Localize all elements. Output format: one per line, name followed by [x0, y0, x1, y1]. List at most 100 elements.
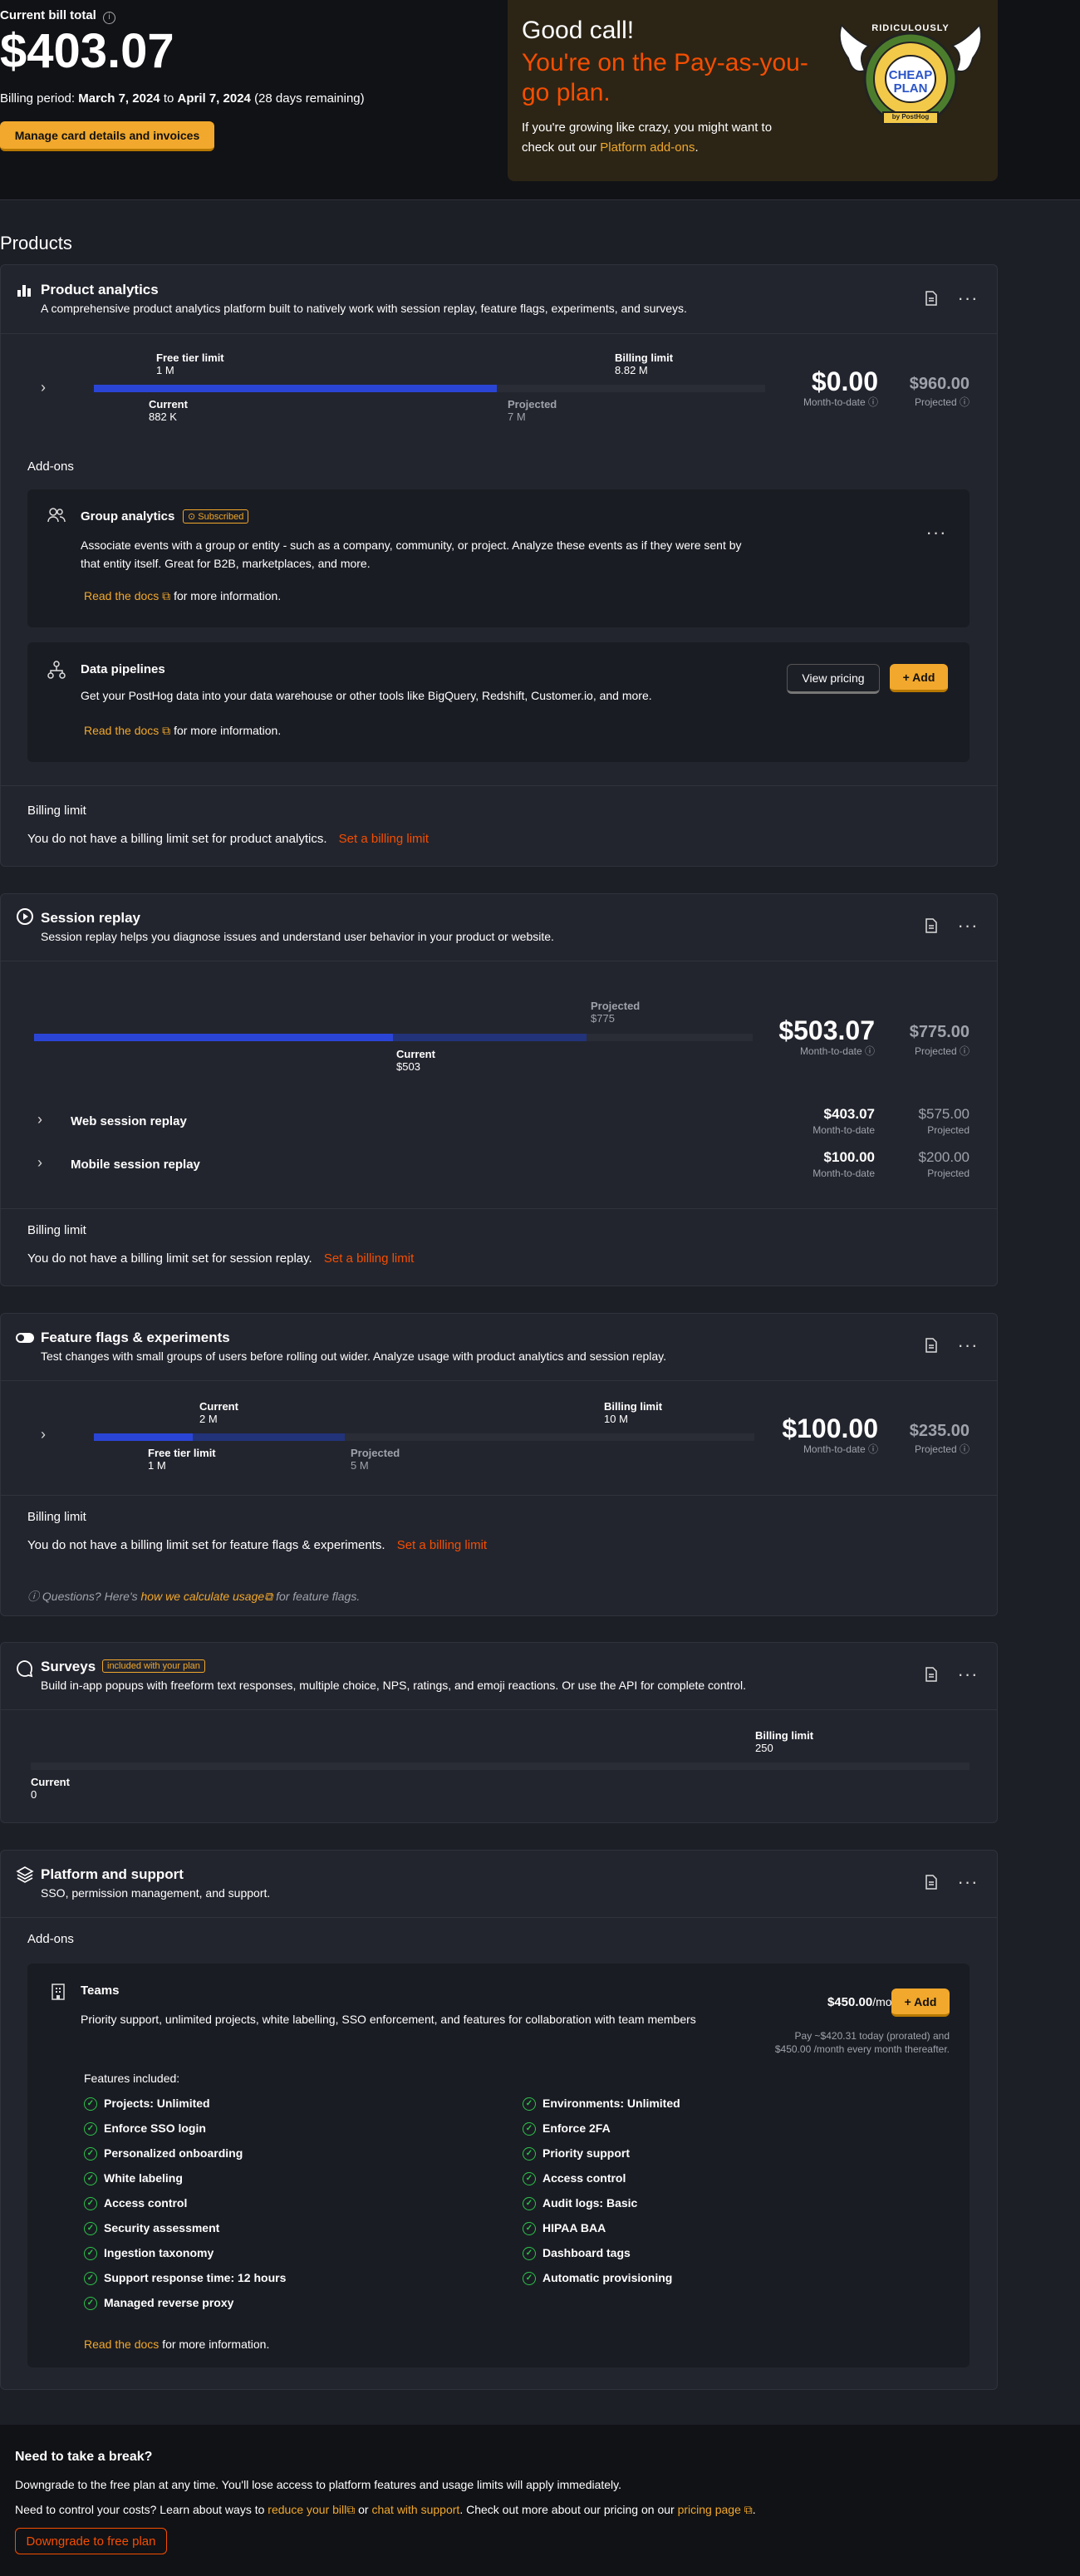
subproduct-projected-label: Projected: [927, 1168, 970, 1179]
projected-value: 7 M: [508, 410, 526, 423]
projected-amount-label: Projected ⓘ: [914, 396, 970, 408]
more-icon[interactable]: ···: [956, 914, 979, 937]
info-icon[interactable]: i: [103, 12, 116, 24]
check-circle-icon: ✓: [84, 2272, 97, 2286]
subscribed-badge-text: Subscribed: [198, 512, 244, 522]
session-replay-card: Session replay Session replay helps you …: [0, 893, 998, 1286]
check-circle-icon: ✓: [84, 2197, 97, 2211]
check-circle-icon: ✓: [84, 2097, 97, 2111]
addon-name: Data pipelines: [81, 662, 165, 676]
projected-usage-marker: Projected 5 M: [351, 1447, 400, 1472]
check-circle-icon: ✓: [84, 2122, 97, 2136]
free-tier-label: Free tier limit: [156, 351, 224, 364]
chevron-right-icon[interactable]: ›: [37, 1154, 42, 1172]
read-docs-link[interactable]: Read the docs: [84, 724, 159, 737]
billing-limit-heading: Billing limit: [27, 1223, 86, 1237]
building-icon: [51, 1984, 66, 2003]
document-icon[interactable]: [920, 1663, 943, 1686]
more-icon[interactable]: ···: [956, 1871, 979, 1894]
set-billing-limit-link[interactable]: Set a billing limit: [339, 832, 429, 846]
billing-limit-label: Billing limit: [615, 351, 674, 364]
badge-top-text: RIDICULOUSLY: [871, 23, 950, 33]
more-icon[interactable]: ···: [956, 1334, 979, 1357]
subproduct-mtd-label: Month-to-date: [812, 1168, 875, 1179]
billing-limit-text-body: You do not have a billing limit set for …: [27, 1538, 385, 1552]
footer-line2: Need to control your costs? Learn about …: [15, 2503, 756, 2517]
bill-total-label-row: Current bill total i: [0, 8, 116, 24]
month-to-date-amount: $0.00: [811, 366, 878, 396]
external-link-icon: ⧉: [159, 589, 171, 602]
projected-amount: $960.00: [909, 375, 970, 393]
current-value: $503: [396, 1060, 420, 1073]
pipeline-icon: [47, 661, 66, 682]
add-button[interactable]: + Add: [890, 664, 948, 692]
usage-bar-current: [34, 1034, 393, 1041]
billing-limit-label: Billing limit: [755, 1729, 814, 1742]
document-icon[interactable]: [920, 287, 943, 310]
document-icon[interactable]: [920, 914, 943, 937]
manage-card-button[interactable]: Manage card details and invoices: [0, 121, 214, 151]
more-icon[interactable]: ···: [925, 521, 948, 544]
check-circle-icon: ✓: [523, 2247, 536, 2261]
billing-limit-text-body: You do not have a billing limit set for …: [27, 832, 327, 846]
billing-limit-label: Billing limit: [604, 1400, 663, 1413]
usage-calculation-link[interactable]: how we calculate usage: [141, 1590, 265, 1603]
feature-label: Audit logs: Basic: [542, 2196, 638, 2210]
mtd-label-text: Month-to-date: [803, 396, 866, 408]
feature-flags-title: Feature flags & experiments: [41, 1330, 230, 1345]
footer-line2-prefix: Need to control your costs? Learn about …: [15, 2503, 265, 2516]
plus-icon: +: [904, 1994, 915, 2008]
feature-item: ✓ HIPAA BAA: [523, 2221, 680, 2246]
divider: [1, 785, 997, 786]
bar-chart-icon: [16, 282, 32, 302]
info-icon: ⓘ: [27, 1590, 42, 1603]
session-replay-description: Session replay helps you diagnose issues…: [41, 930, 554, 943]
divider: [1, 333, 997, 334]
billing-limit-value: 10 M: [604, 1413, 628, 1425]
more-icon[interactable]: ···: [956, 287, 979, 310]
add-button[interactable]: + Add: [891, 1989, 950, 2017]
set-billing-limit-link[interactable]: Set a billing limit: [324, 1251, 414, 1266]
chat-support-link[interactable]: chat with support: [371, 2503, 459, 2516]
view-pricing-button[interactable]: View pricing: [787, 664, 880, 694]
check-circle-icon: ✓: [84, 2247, 97, 2261]
feature-item: ✓ Support response time: 12 hours: [84, 2271, 286, 2296]
chevron-right-icon[interactable]: ›: [37, 1111, 42, 1128]
set-billing-limit-link[interactable]: Set a billing limit: [397, 1538, 487, 1552]
chat-icon: [16, 1659, 34, 1681]
read-docs-link[interactable]: Read the docs: [84, 2338, 159, 2351]
feature-item: ✓ Access control: [84, 2196, 286, 2221]
billing-limit-value: 250: [755, 1742, 773, 1754]
subproduct-row[interactable]: › Web session replay $403.07 Month-to-da…: [1, 1106, 997, 1143]
addon-description: Associate events with a group or entity …: [81, 538, 742, 570]
free-tier-label: Free tier limit: [148, 1447, 216, 1459]
document-icon[interactable]: [920, 1871, 943, 1894]
feature-label: Automatic provisioning: [542, 2271, 673, 2284]
pricing-page-link[interactable]: pricing page: [678, 2503, 741, 2516]
downgrade-button[interactable]: Downgrade to free plan: [15, 2528, 167, 2554]
projected-amount-label: Projected ⓘ: [914, 1443, 970, 1455]
document-icon[interactable]: [920, 1334, 943, 1357]
feature-label: Dashboard tags: [542, 2246, 631, 2259]
chevron-right-icon[interactable]: ›: [41, 1426, 46, 1443]
current-usage-marker: Current 0: [31, 1776, 70, 1801]
feature-label: Priority support: [542, 2146, 631, 2160]
teams-description: Priority support, unlimited projects, wh…: [81, 2013, 696, 2026]
check-circle-icon: ✓: [523, 2272, 536, 2286]
feature-label: Personalized onboarding: [104, 2146, 243, 2160]
more-icon[interactable]: ···: [956, 1663, 979, 1686]
add-label: Add: [912, 670, 935, 684]
current-usage-marker: Current 2 M: [199, 1400, 238, 1425]
subproduct-name: Web session replay: [71, 1114, 187, 1128]
promo-subtitle: You're on the Pay-as-you-go plan.: [522, 49, 808, 106]
subproduct-row[interactable]: › Mobile session replay $100.00 Month-to…: [1, 1149, 997, 1186]
read-docs-link[interactable]: Read the docs: [84, 589, 159, 602]
product-analytics-title: Product analytics: [41, 282, 159, 297]
chevron-right-icon[interactable]: ›: [41, 379, 46, 396]
platform-addons-link[interactable]: Platform add-ons: [600, 140, 695, 155]
surveys-card: Surveys included with your plan Build in…: [0, 1642, 998, 1823]
reduce-bill-link[interactable]: reduce your bill: [268, 2503, 346, 2516]
current-usage-marker: Current $503: [396, 1048, 435, 1073]
feature-item: ✓ Personalized onboarding: [84, 2146, 286, 2171]
month-to-date-amount: $100.00: [782, 1413, 878, 1443]
